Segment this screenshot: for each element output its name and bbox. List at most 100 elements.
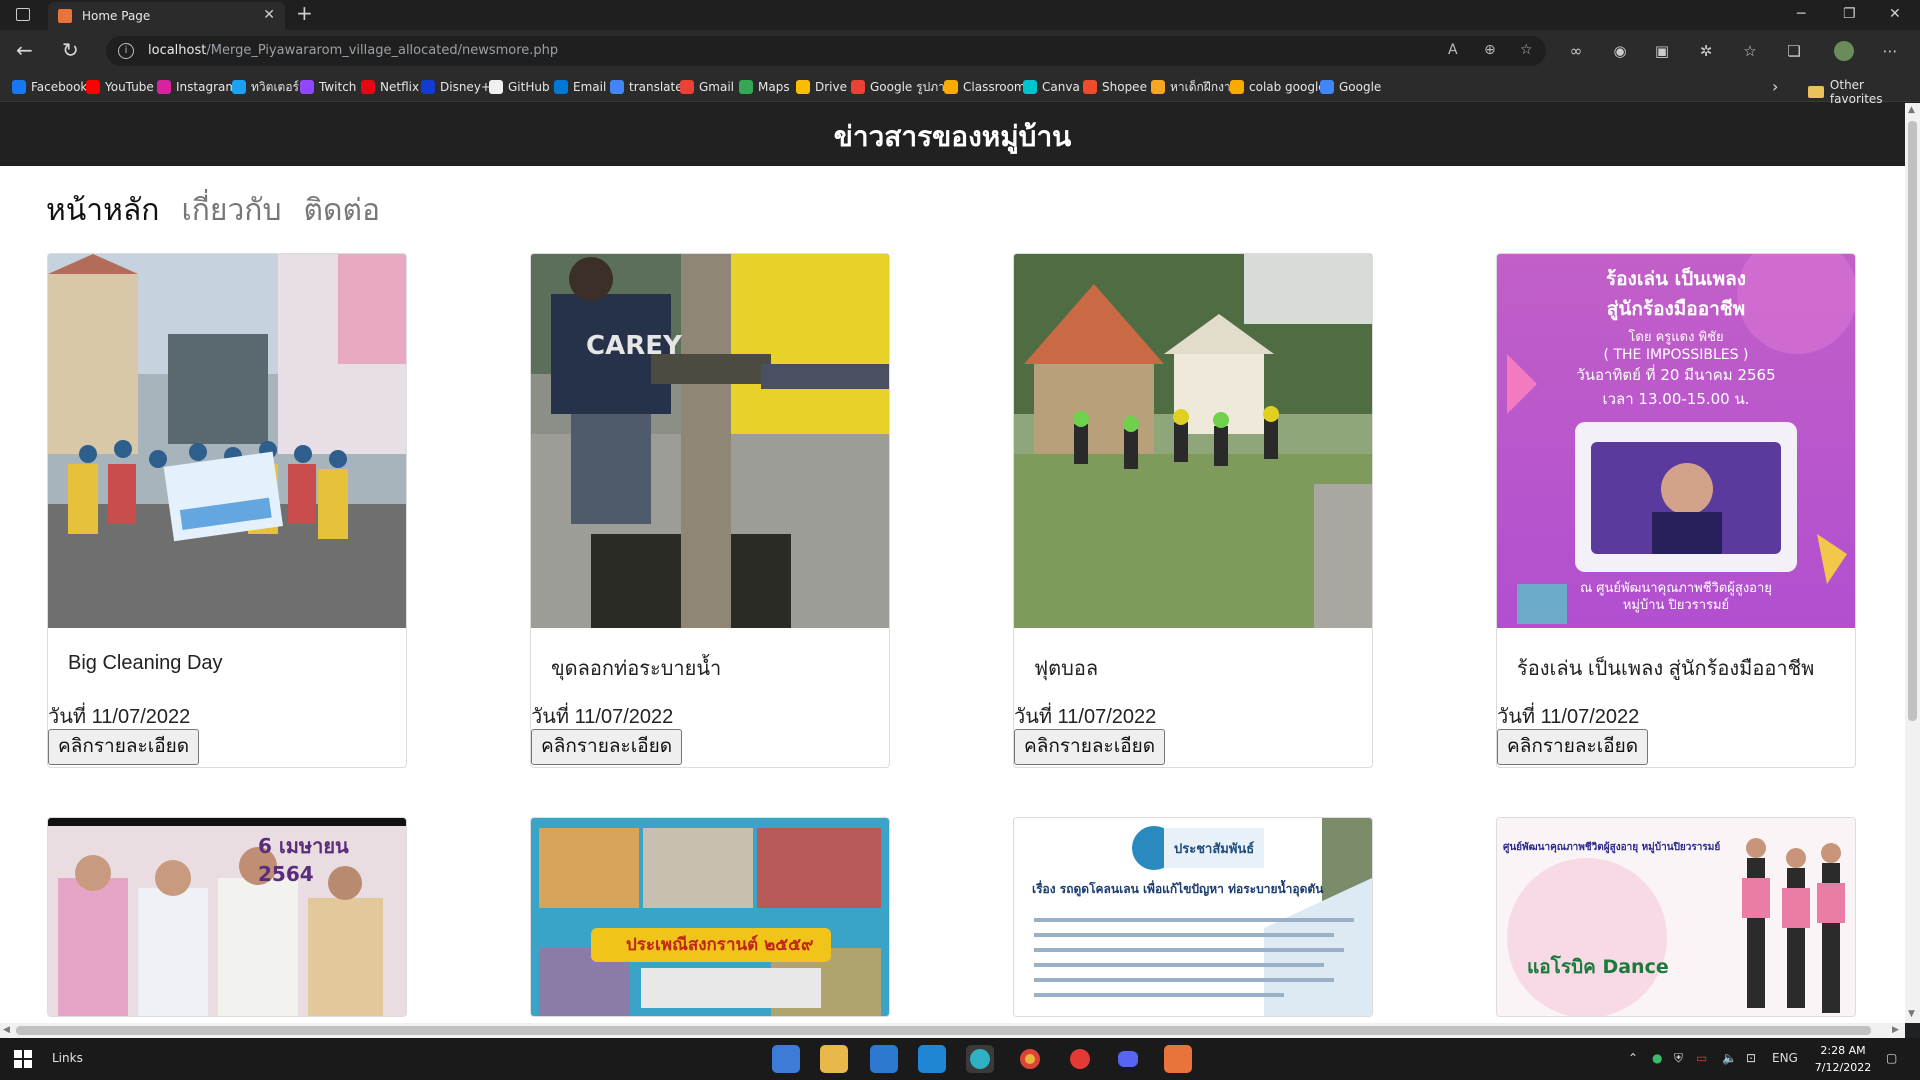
news-detail-button[interactable]: คลิกรายละเอียด	[1497, 729, 1649, 765]
new-tab-icon[interactable]: +	[296, 3, 313, 23]
collections-icon[interactable]: ❏	[1784, 41, 1804, 61]
bookmark-label: translate	[629, 80, 683, 94]
tray-overflow-chevron-icon[interactable]: ⌃	[1628, 1051, 1638, 1065]
bookmark-item[interactable]: Google	[1320, 78, 1381, 96]
bookmark-item[interactable]: Google รูปภาพ	[851, 78, 953, 96]
refresh-icon[interactable]: ↻	[62, 39, 79, 61]
scroll-down-arrow-icon[interactable]: ▼	[1908, 1009, 1915, 1019]
back-icon[interactable]: ←	[16, 39, 33, 61]
news-image-singing-poster[interactable]: ร้องเล่น เป็นเพลง สู่นักร้องมืออาชีพ โดย…	[1497, 254, 1855, 628]
discord-icon[interactable]	[1114, 1045, 1142, 1073]
minimize-icon[interactable]: ─	[1797, 6, 1805, 22]
horizontal-scroll-thumb[interactable]	[16, 1026, 1871, 1035]
pr-heading: ประชาสัมพันธ์	[1174, 842, 1255, 857]
bookmark-label: Facebook	[31, 80, 88, 94]
bookmark-item[interactable]: Email	[554, 78, 606, 96]
system-clock[interactable]: 2:28 AM 7/12/2022	[1808, 1042, 1878, 1076]
bookmark-label: Gmail	[699, 80, 735, 94]
windows-start-icon[interactable]	[14, 1050, 32, 1068]
chrome-icon[interactable]	[1016, 1045, 1044, 1073]
youtube-music-icon[interactable]	[1066, 1045, 1094, 1073]
bookmark-item[interactable]: Facebook	[12, 78, 87, 96]
bookmark-item[interactable]: Maps	[739, 78, 790, 96]
bookmark-item[interactable]: Instagram	[157, 78, 237, 96]
xampp-icon[interactable]	[1164, 1045, 1192, 1073]
menu-home-link[interactable]: หน้าหลัก	[46, 187, 159, 234]
news-title: ขุดลอกท่อระบายน้ำ	[551, 658, 722, 680]
extension-b-icon[interactable]: ▣	[1652, 41, 1672, 61]
poster-text: ร้องเล่น เป็นเพลง สู่นักร้องมืออาชีพ โดย…	[1497, 264, 1855, 411]
favorites-icon[interactable]: ☆	[1740, 41, 1760, 61]
restore-icon[interactable]: ❐	[1843, 6, 1856, 22]
close-tab-icon[interactable]: ✕	[263, 7, 275, 23]
bookmark-favicon-icon	[300, 80, 314, 94]
vertical-scroll-thumb[interactable]	[1908, 121, 1917, 721]
vertical-scrollbar[interactable]: ▲ ▼	[1905, 103, 1920, 1023]
scroll-left-arrow-icon[interactable]: ◀	[3, 1025, 10, 1035]
volume-icon[interactable]: 🔈	[1722, 1051, 1737, 1065]
other-favorites-folder[interactable]: Other favorites	[1808, 78, 1920, 106]
bookmark-item[interactable]: Gmail	[680, 78, 734, 96]
news-detail-button[interactable]: คลิกรายละเอียด	[531, 729, 683, 765]
news-card[interactable]: ประชาสัมพันธ์ เรื่อง รถดูดโคลนเลน เพื่อแ…	[1013, 817, 1373, 1017]
more-menu-icon[interactable]: ⋯	[1880, 41, 1900, 61]
language-indicator[interactable]: ENG	[1772, 1051, 1798, 1065]
news-card[interactable]: ประเพณีสงกรานต์ ๒๕๕๙	[530, 817, 890, 1017]
extension-shield-icon[interactable]: ◉	[1610, 41, 1630, 61]
bookmark-item[interactable]: YouTube	[86, 78, 154, 96]
network-icon[interactable]: ⊡	[1746, 1051, 1756, 1065]
bookmark-item[interactable]: Canva	[1023, 78, 1080, 96]
bookmark-label: Maps	[758, 80, 790, 94]
address-bar[interactable]: i localhost/Merge_Piyawararom_village_al…	[106, 36, 1546, 66]
mail-icon[interactable]	[870, 1045, 898, 1073]
more-bookmarks-chevron-icon[interactable]: ›	[1772, 77, 1778, 96]
horizontal-scrollbar[interactable]: ◀ ▶	[0, 1023, 1905, 1038]
bookmark-item[interactable]: Drive	[796, 78, 847, 96]
store-icon[interactable]	[772, 1045, 800, 1073]
news-card[interactable]: 6 เมษายน 2564	[47, 817, 407, 1017]
bookmark-item[interactable]: Shopee	[1083, 78, 1147, 96]
news-detail-button[interactable]: คลิกรายละเอียด	[1014, 729, 1166, 765]
bookmark-favicon-icon	[610, 80, 624, 94]
bookmark-label: Google รูปภาพ	[870, 79, 953, 94]
tray-security-icon[interactable]: ⛨	[1674, 1051, 1683, 1066]
news-card[interactable]: ศูนย์พัฒนาคุณภาพชีวิตผู้สูงอายุ หมู่บ้าน…	[1496, 817, 1856, 1017]
bookmark-item[interactable]: colab google	[1230, 78, 1326, 96]
scroll-up-arrow-icon[interactable]: ▲	[1908, 105, 1915, 115]
tab-actions-icon[interactable]	[16, 8, 30, 21]
zoom-icon[interactable]: ⊕	[1484, 42, 1496, 58]
bookmark-item[interactable]: Classroom	[944, 78, 1026, 96]
bookmark-item[interactable]: GitHub	[489, 78, 550, 96]
browser-tab-home[interactable]: Home Page ✕	[48, 2, 285, 30]
bookmark-item[interactable]: Netflix	[361, 78, 419, 96]
bookmark-label: YouTube	[105, 80, 154, 94]
site-info-icon[interactable]: i	[118, 43, 134, 59]
file-explorer-icon[interactable]	[820, 1045, 848, 1073]
read-aloud-icon[interactable]: A	[1448, 42, 1458, 58]
links-toolbar[interactable]: Links	[52, 1051, 83, 1065]
bookmark-item[interactable]: Disney+	[421, 78, 491, 96]
scroll-right-arrow-icon[interactable]: ▶	[1892, 1025, 1899, 1035]
bookmark-item[interactable]: Twitch	[300, 78, 356, 96]
news-image-football[interactable]	[1014, 254, 1372, 628]
close-window-icon[interactable]: ✕	[1889, 6, 1901, 22]
news-detail-button[interactable]: คลิกรายละเอียด	[48, 729, 200, 765]
profile-avatar[interactable]	[1834, 41, 1854, 61]
favorite-star-icon[interactable]: ☆	[1520, 42, 1533, 58]
bookmark-item[interactable]: ทวิตเตอร์	[232, 78, 299, 96]
poster-line: ( THE IMPOSSIBLES )	[1603, 347, 1749, 363]
menu-contact-link[interactable]: ติดต่อ	[304, 187, 380, 234]
extensions-puzzle-icon[interactable]: ✲	[1696, 41, 1716, 61]
bookmark-item[interactable]: หาเด็กฝึกงาน	[1151, 78, 1239, 96]
battery-icon[interactable]: ▭	[1696, 1051, 1707, 1065]
url-text[interactable]: localhost/Merge_Piyawararom_village_allo…	[148, 43, 558, 58]
bookmark-item[interactable]: translate	[610, 78, 683, 96]
edge-icon[interactable]	[966, 1045, 994, 1073]
extension-glasses-icon[interactable]: ∞	[1566, 41, 1586, 61]
news-image-drain-cleaning[interactable]: CAREY	[531, 254, 889, 628]
news-image-cleaning-day[interactable]	[48, 254, 406, 628]
tray-app-icon[interactable]: ●	[1652, 1051, 1662, 1065]
menu-about-link[interactable]: เกี่ยวกับ	[181, 187, 281, 234]
notifications-icon[interactable]: ▢	[1886, 1051, 1897, 1065]
vscode-icon[interactable]	[918, 1045, 946, 1073]
